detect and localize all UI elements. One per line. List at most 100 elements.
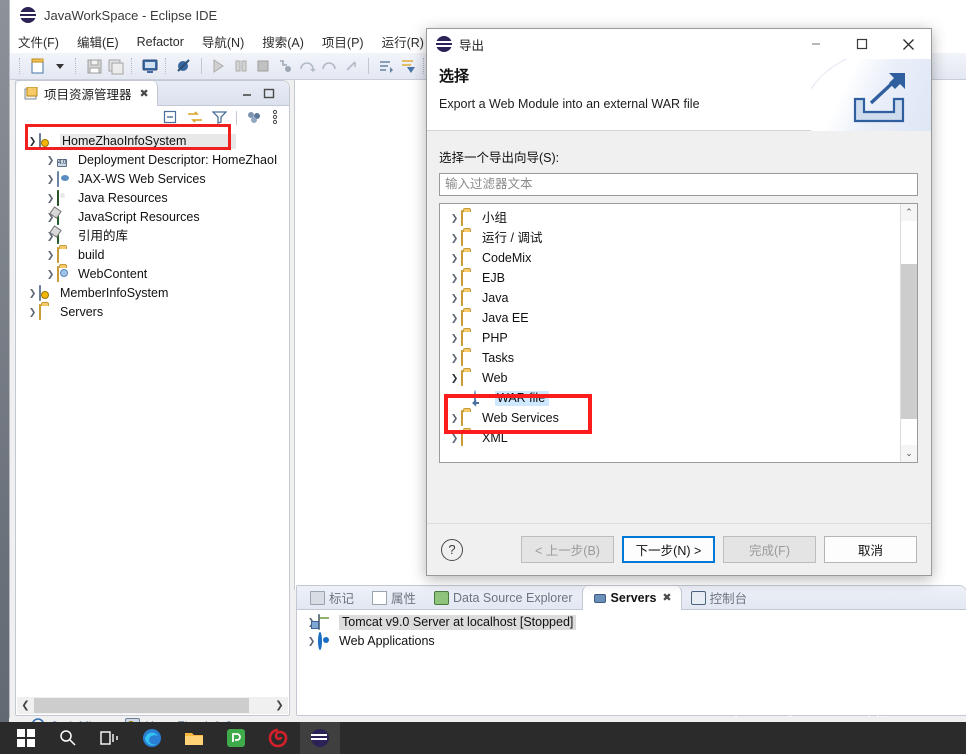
new-file-icon[interactable] [28,56,48,76]
menu-item-navigate[interactable]: 导航(N) [202,32,244,51]
tab-markers[interactable]: 标记 [301,586,363,610]
close-icon[interactable]: ✖ [140,87,149,100]
chevron-right-icon[interactable]: ❯ [448,413,461,424]
project-tree[interactable]: ❯ HomeZhaoInfoSystem ❯ 4.0 Deployment De… [16,130,289,322]
maximize-icon[interactable] [263,88,275,99]
minimize-icon[interactable] [793,29,839,59]
toolbar-drag-handle[interactable] [19,58,23,74]
project-explorer-hscrollbar[interactable]: ❮ ❯ [17,697,288,714]
menu-item-run[interactable]: 运行(R) [382,32,424,51]
edge-browser-icon[interactable] [132,722,172,754]
chevron-right-icon[interactable]: ❯ [26,307,39,318]
console-icon[interactable] [140,56,160,76]
tree-item-servers[interactable]: ❯ Servers [16,303,289,322]
chevron-right-icon[interactable]: ❯ [26,288,39,299]
chevron-right-icon[interactable]: ❯ [305,636,318,647]
tree-item-javascript-resources[interactable]: ❯ JavaScript Resources [16,208,289,227]
chevron-right-icon[interactable]: ❯ [44,193,57,204]
dropdown-arrow-icon[interactable] [50,56,70,76]
tree-item-tomcat-server[interactable]: ❯ Tomcat v9.0 Server at localhost [Stopp… [297,613,966,632]
scroll-up-icon[interactable]: ⌃ [901,204,917,221]
tab-servers[interactable]: Servers ✖ [581,585,682,610]
link-with-editor-icon[interactable] [187,110,203,127]
wizard-tree[interactable]: ❯ 小组 ❯ 运行 / 调试 ❯ CodeMix ❯ EJB ❯ Java ❯ … [440,204,917,448]
help-icon[interactable]: ? [441,538,463,561]
chevron-right-icon[interactable]: ❯ [44,269,57,280]
view-filter-icon[interactable] [211,110,228,127]
wizard-item-java[interactable]: ❯ Java [440,288,917,308]
chevron-right-icon[interactable]: ❯ [448,293,461,304]
scroll-track[interactable] [34,698,271,713]
view-menu-icon[interactable] [271,109,279,128]
run-icon[interactable] [209,56,229,76]
finish-button[interactable]: 完成(F) [723,536,816,563]
stop-icon[interactable] [253,56,273,76]
wizard-item-run-debug[interactable]: ❯ 运行 / 调试 [440,228,917,248]
tab-properties[interactable]: 属性 [363,586,425,610]
previous-annotation-icon[interactable] [398,56,418,76]
windows-start-icon[interactable] [6,722,46,754]
next-annotation-icon[interactable] [376,56,396,76]
tab-console[interactable]: 控制台 [682,586,757,610]
wizard-tree-box[interactable]: ❯ 小组 ❯ 运行 / 调试 ❯ CodeMix ❯ EJB ❯ Java ❯ … [439,203,918,463]
scroll-thumb[interactable] [34,698,249,713]
chevron-right-icon[interactable]: ❯ [44,174,57,185]
file-explorer-icon[interactable] [174,722,214,754]
chevron-right-icon[interactable]: ❯ [448,353,461,364]
tree-item-java-resources[interactable]: ❯ Java Resources [16,189,289,208]
close-icon[interactable]: ✖ [662,591,671,604]
step-over-icon[interactable] [297,56,317,76]
task-view-icon[interactable] [90,722,130,754]
menu-item-refactor[interactable]: Refactor [137,35,184,49]
chevron-right-icon[interactable]: ❯ [448,313,461,324]
chevron-down-icon[interactable]: ❯ [448,373,461,384]
tree-item-webcontent[interactable]: ❯ WebContent [16,265,289,284]
chevron-right-icon[interactable]: ❯ [448,233,461,244]
skip-breakpoints-icon[interactable] [174,56,194,76]
chevron-right-icon[interactable]: ❯ [448,253,461,264]
search-icon[interactable] [48,722,88,754]
close-icon[interactable] [885,29,931,59]
tree-item-jax-ws-web-services[interactable]: ❯ JAX-WS Web Services [16,170,289,189]
wizard-item-war-file[interactable]: WAR file [440,388,917,408]
chevron-right-icon[interactable]: ❯ [448,213,461,224]
eclipse-taskbar-icon[interactable] [300,722,340,754]
step-return-icon[interactable] [319,56,339,76]
tree-item-member-info-system[interactable]: ❯ MemberInfoSystem [16,284,289,303]
next-button[interactable]: 下一步(N) > [622,536,715,563]
tree-item-web-applications[interactable]: ❯ Web Applications [297,632,966,651]
tree-item-deployment-descriptor[interactable]: ❯ 4.0 Deployment Descriptor: HomeZhaoI [16,151,289,170]
step-into-icon[interactable] [275,56,295,76]
wizard-item-tasks[interactable]: ❯ Tasks [440,348,917,368]
save-icon[interactable] [84,56,104,76]
wizard-item-web-services[interactable]: ❯ Web Services [440,408,917,428]
chevron-right-icon[interactable]: ❯ [448,433,461,444]
tab-project-explorer[interactable]: 项目资源管理器 ✖ [16,80,158,106]
drop-to-frame-icon[interactable] [341,56,361,76]
wizard-item-codemix[interactable]: ❯ CodeMix [440,248,917,268]
chevron-right-icon[interactable]: ❯ [44,250,57,261]
chevron-right-icon[interactable]: ❯ [448,273,461,284]
filter-input[interactable]: 输入过滤器文本 [439,173,918,196]
servers-tree[interactable]: ❯ Tomcat v9.0 Server at localhost [Stopp… [297,610,966,651]
tree-item-referenced-libraries[interactable]: ❯ 引用的库 [16,227,289,246]
menu-item-search[interactable]: 搜索(A) [262,32,304,51]
tab-data-source-explorer[interactable]: Data Source Explorer [425,586,582,610]
chevron-down-icon[interactable]: ❯ [26,136,39,147]
green-app-icon[interactable] [216,722,256,754]
cancel-button[interactable]: 取消 [824,536,917,563]
wizard-item-php[interactable]: ❯ PHP [440,328,917,348]
chevron-right-icon[interactable]: ❯ [448,333,461,344]
pause-icon[interactable] [231,56,251,76]
wizard-item-java-ee[interactable]: ❯ Java EE [440,308,917,328]
red-app-icon[interactable] [258,722,298,754]
wizard-item-web[interactable]: ❯ Web [440,368,917,388]
scroll-right-icon[interactable]: ❯ [271,700,288,711]
tree-item-home-zhao-info-system[interactable]: ❯ HomeZhaoInfoSystem [16,132,289,151]
wizard-item-team[interactable]: ❯ 小组 [440,208,917,228]
wizard-item-xml[interactable]: ❯ XML [440,428,917,448]
tree-item-build[interactable]: ❯ build [16,246,289,265]
working-sets-icon[interactable] [246,110,262,127]
wizard-item-ejb[interactable]: ❯ EJB [440,268,917,288]
scroll-thumb[interactable] [901,264,917,419]
